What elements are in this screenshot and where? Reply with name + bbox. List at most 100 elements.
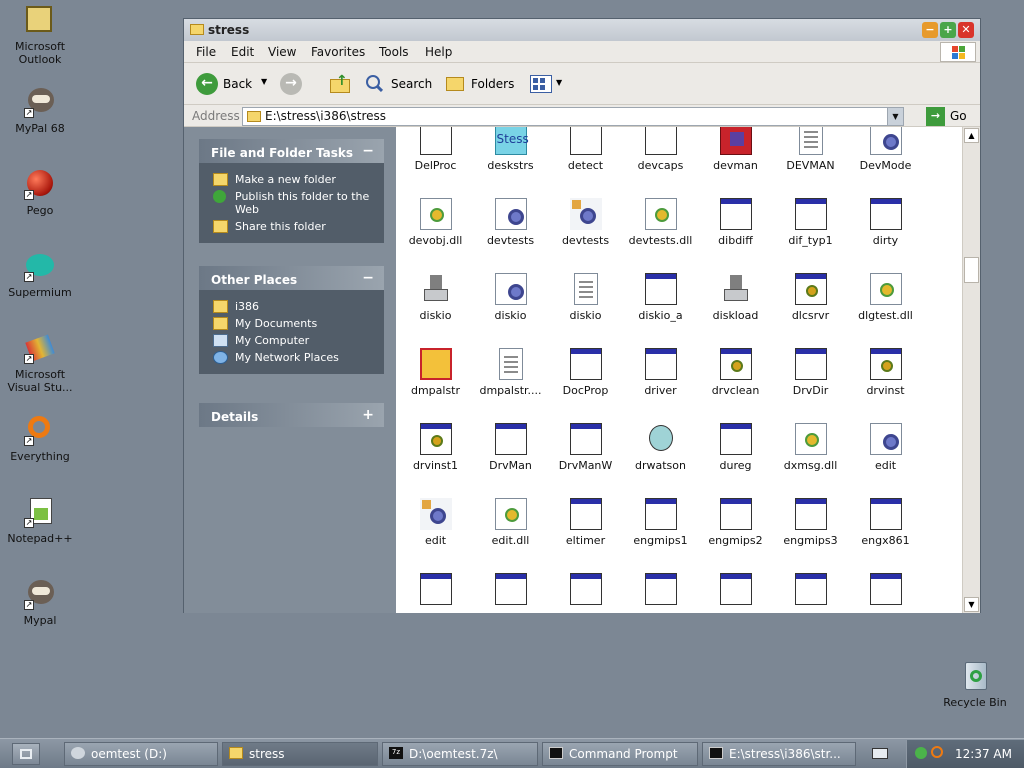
file-item[interactable]: devtests bbox=[473, 198, 548, 247]
scroll-thumb[interactable] bbox=[964, 257, 979, 283]
menu-favorites[interactable]: Favorites bbox=[311, 45, 365, 59]
file-item[interactable]: engmips3 bbox=[773, 498, 848, 547]
file-item[interactable]: eltimer bbox=[548, 498, 623, 547]
task-share-folder[interactable]: Share this folder bbox=[213, 220, 384, 233]
collapse-icon[interactable]: − bbox=[362, 270, 374, 286]
file-item[interactable]: devcaps bbox=[623, 127, 698, 172]
file-item[interactable]: edit bbox=[398, 498, 473, 547]
back-button[interactable]: ← Back ▼ bbox=[194, 72, 267, 96]
menu-file[interactable]: File bbox=[196, 45, 216, 59]
keyboard-icon[interactable] bbox=[872, 748, 888, 759]
vertical-scrollbar[interactable]: ▲ ▼ bbox=[962, 127, 980, 613]
search-button[interactable]: Search bbox=[364, 72, 436, 96]
file-item[interactable]: engmips1 bbox=[623, 498, 698, 547]
file-item[interactable]: Stess deskstrs bbox=[473, 127, 548, 172]
views-button[interactable]: ▼ bbox=[528, 72, 564, 96]
file-item[interactable]: dlgtest.dll bbox=[848, 273, 923, 322]
expand-icon[interactable]: + bbox=[362, 407, 374, 423]
file-item[interactable]: devtests bbox=[548, 198, 623, 247]
desktop-icon-recycle-bin[interactable]: Recycle Bin bbox=[935, 660, 1015, 709]
desktop-icon-pego[interactable]: ↗ Pego bbox=[0, 168, 80, 217]
file-item[interactable]: dif_typ1 bbox=[773, 198, 848, 247]
address-dropdown-button[interactable]: ▼ bbox=[887, 108, 903, 125]
file-item[interactable]: diskio bbox=[548, 273, 623, 322]
place-i386[interactable]: i386 bbox=[213, 300, 384, 313]
file-item[interactable] bbox=[848, 573, 923, 609]
menu-view[interactable]: View bbox=[268, 45, 296, 59]
file-item[interactable]: diskio_a bbox=[623, 273, 698, 322]
file-item[interactable]: dmpalstr bbox=[398, 348, 473, 397]
task-7zip[interactable]: 7z D:\oemtest.7z\ bbox=[382, 742, 538, 766]
forward-button[interactable]: → bbox=[280, 73, 302, 95]
scroll-down-button[interactable]: ▼ bbox=[964, 597, 979, 612]
title-bar[interactable]: stress − + ✕ bbox=[184, 19, 980, 41]
file-item[interactable] bbox=[398, 573, 473, 609]
task-publish-web[interactable]: Publish this folder to the Web bbox=[213, 190, 384, 216]
file-item[interactable]: devtests.dll bbox=[623, 198, 698, 247]
maximize-button[interactable]: + bbox=[940, 22, 956, 38]
file-item[interactable]: DocProp bbox=[548, 348, 623, 397]
file-item[interactable]: dmpalstr.... bbox=[473, 348, 548, 397]
start-button[interactable] bbox=[12, 743, 40, 765]
minimize-button[interactable]: − bbox=[922, 22, 938, 38]
file-item[interactable]: dxmsg.dll bbox=[773, 423, 848, 472]
desktop-icon-outlook[interactable]: Microsoft Outlook bbox=[0, 4, 80, 66]
address-input[interactable]: E:\stress\i386\stress ▼ bbox=[242, 107, 904, 126]
file-item[interactable]: edit bbox=[848, 423, 923, 472]
place-my-documents[interactable]: My Documents bbox=[213, 317, 384, 330]
file-item[interactable] bbox=[548, 573, 623, 609]
file-item[interactable]: DrvDir bbox=[773, 348, 848, 397]
desktop-icon-supermium[interactable]: ↗ Supermium bbox=[0, 250, 80, 299]
panel-header[interactable]: Other Places − bbox=[199, 266, 384, 290]
file-item[interactable]: engx861 bbox=[848, 498, 923, 547]
place-my-network-places[interactable]: My Network Places bbox=[213, 351, 384, 364]
file-item[interactable]: DevMode bbox=[848, 127, 923, 172]
desktop-icon-visual-studio[interactable]: ↗ Microsoft Visual Stu... bbox=[0, 332, 80, 394]
panel-header[interactable]: File and Folder Tasks − bbox=[199, 139, 384, 163]
place-my-computer[interactable]: My Computer bbox=[213, 334, 384, 347]
menu-tools[interactable]: Tools bbox=[379, 45, 409, 59]
file-item[interactable]: dirty bbox=[848, 198, 923, 247]
file-item[interactable]: drwatson bbox=[623, 423, 698, 472]
network-icon[interactable] bbox=[915, 747, 927, 759]
collapse-icon[interactable]: − bbox=[362, 143, 374, 159]
file-item[interactable]: detect bbox=[548, 127, 623, 172]
file-item[interactable]: DrvMan bbox=[473, 423, 548, 472]
go-button[interactable]: → Go bbox=[926, 107, 974, 126]
task-oemtest[interactable]: oemtest (D:) bbox=[64, 742, 218, 766]
file-item[interactable]: DEVMAN bbox=[773, 127, 848, 172]
file-item[interactable] bbox=[698, 573, 773, 609]
folders-button[interactable]: Folders bbox=[444, 72, 518, 96]
file-item[interactable]: dibdiff bbox=[698, 198, 773, 247]
file-item[interactable]: dlcsrvr bbox=[773, 273, 848, 322]
desktop-icon-notepadpp[interactable]: ↗ Notepad++ bbox=[0, 496, 80, 545]
menu-help[interactable]: Help bbox=[425, 45, 452, 59]
file-item[interactable]: driver bbox=[623, 348, 698, 397]
file-item[interactable] bbox=[473, 573, 548, 609]
file-item[interactable]: DelProc bbox=[398, 127, 473, 172]
back-dropdown-icon[interactable]: ▼ bbox=[261, 77, 267, 86]
up-folder-button[interactable]: ↑ bbox=[330, 73, 352, 95]
file-item[interactable] bbox=[773, 573, 848, 609]
file-item[interactable]: devobj.dll bbox=[398, 198, 473, 247]
menu-edit[interactable]: Edit bbox=[231, 45, 254, 59]
file-item[interactable]: drvclean bbox=[698, 348, 773, 397]
task-command-prompt[interactable]: Command Prompt bbox=[542, 742, 698, 766]
desktop-icon-mypal[interactable]: ↗ Mypal bbox=[0, 578, 80, 627]
desktop-icon-mypal68[interactable]: ↗ MyPal 68 bbox=[0, 86, 80, 135]
file-item[interactable]: diskload bbox=[698, 273, 773, 322]
clock[interactable]: 12:37 AM bbox=[955, 747, 1012, 761]
search-tray-icon[interactable] bbox=[931, 746, 943, 758]
task-stress[interactable]: stress bbox=[222, 742, 378, 766]
file-item[interactable]: engmips2 bbox=[698, 498, 773, 547]
close-button[interactable]: ✕ bbox=[958, 22, 974, 38]
file-item[interactable]: diskio bbox=[473, 273, 548, 322]
file-item[interactable]: devman bbox=[698, 127, 773, 172]
file-item[interactable] bbox=[623, 573, 698, 609]
panel-header[interactable]: Details + bbox=[199, 403, 384, 427]
scroll-up-button[interactable]: ▲ bbox=[964, 128, 979, 143]
task-stress-console[interactable]: E:\stress\i386\str... bbox=[702, 742, 856, 766]
file-item[interactable]: drvinst bbox=[848, 348, 923, 397]
task-make-new-folder[interactable]: Make a new folder bbox=[213, 173, 384, 186]
desktop-icon-everything[interactable]: ↗ Everything bbox=[0, 414, 80, 463]
